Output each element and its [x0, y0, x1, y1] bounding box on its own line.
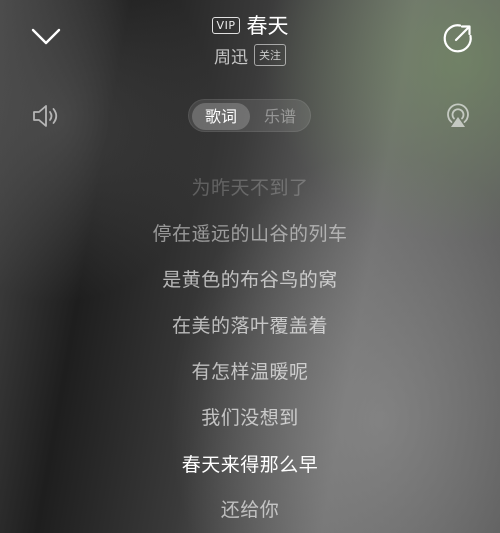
lyric-line[interactable]: 有怎样温暖呢: [0, 357, 500, 387]
artist-name[interactable]: 周迅: [214, 43, 248, 68]
lyric-line-current[interactable]: 春天来得那么早: [0, 450, 500, 480]
lyric-line[interactable]: 为昨天不到了: [0, 173, 500, 203]
lyric-line[interactable]: 是黄色的布谷鸟的窝: [0, 265, 500, 295]
player-header: VIP 春天 周迅 关注: [0, 0, 500, 80]
follow-button[interactable]: 关注: [254, 44, 286, 66]
share-icon[interactable]: [440, 20, 476, 56]
artist-row: 周迅 关注: [0, 42, 500, 68]
lyrics-panel[interactable]: 为昨天不到了 停在遥远的山谷的列车 是黄色的布谷鸟的窝 在美的落叶覆盖着 有怎样…: [0, 166, 500, 533]
lyric-line[interactable]: 我们没想到: [0, 403, 500, 433]
lyric-line[interactable]: 在美的落叶覆盖着: [0, 311, 500, 341]
vip-badge: VIP: [211, 16, 241, 34]
tab-score[interactable]: 乐谱: [251, 103, 309, 130]
airplay-icon[interactable]: [443, 101, 473, 131]
song-title: 春天: [246, 14, 289, 38]
tab-lyrics[interactable]: 歌词: [192, 103, 250, 130]
song-title-row: VIP 春天: [0, 10, 500, 40]
lyric-line[interactable]: 还给你: [0, 495, 500, 525]
lyrics-score-switch: 歌词 乐谱: [188, 99, 311, 132]
volume-icon[interactable]: [30, 102, 62, 130]
lyric-line[interactable]: 停在遥远的山谷的列车: [0, 219, 500, 249]
